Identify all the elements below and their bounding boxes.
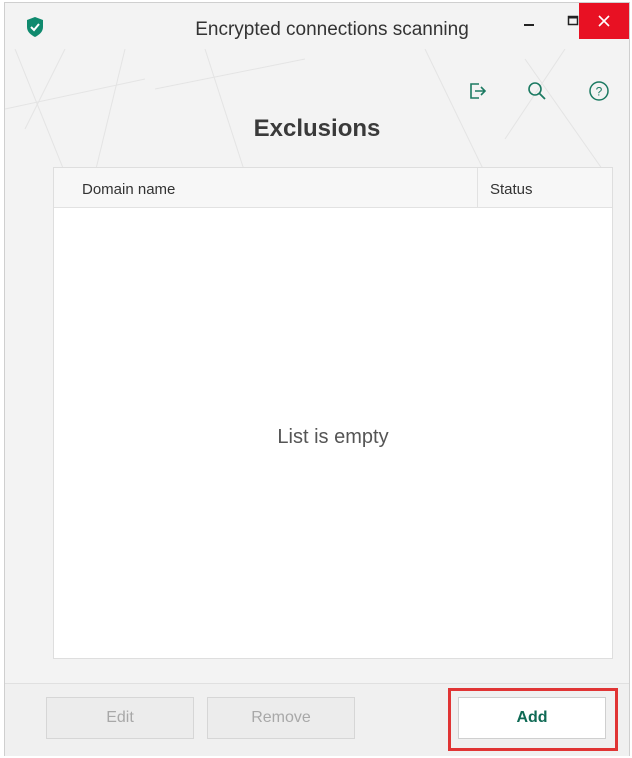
close-button[interactable] <box>579 3 629 39</box>
export-icon[interactable] <box>465 79 489 103</box>
edit-button[interactable]: Edit <box>46 697 194 739</box>
dialog-window: Encrypted connections scanning ? Exclusi… <box>4 2 630 756</box>
svg-text:?: ? <box>596 85 603 99</box>
table-header: Domain name Status <box>54 168 612 208</box>
column-domain-name[interactable]: Domain name <box>82 181 175 198</box>
maximize-icon <box>567 15 579 26</box>
column-divider[interactable] <box>477 168 478 208</box>
close-icon <box>598 15 610 27</box>
minimize-icon <box>524 24 534 26</box>
page-title: Exclusions <box>253 115 381 142</box>
remove-button[interactable]: Remove <box>207 697 355 739</box>
exclusions-table: Domain name Status List is empty <box>53 167 613 659</box>
column-status[interactable]: Status <box>490 181 533 198</box>
background-decoration <box>5 49 606 173</box>
help-icon[interactable]: ? <box>587 79 611 103</box>
title-bar[interactable]: Encrypted connections scanning <box>5 3 629 49</box>
add-button-highlight <box>448 688 618 751</box>
search-icon[interactable] <box>525 79 549 103</box>
empty-list-message: List is empty <box>277 426 389 448</box>
minimize-button[interactable] <box>507 3 551 39</box>
